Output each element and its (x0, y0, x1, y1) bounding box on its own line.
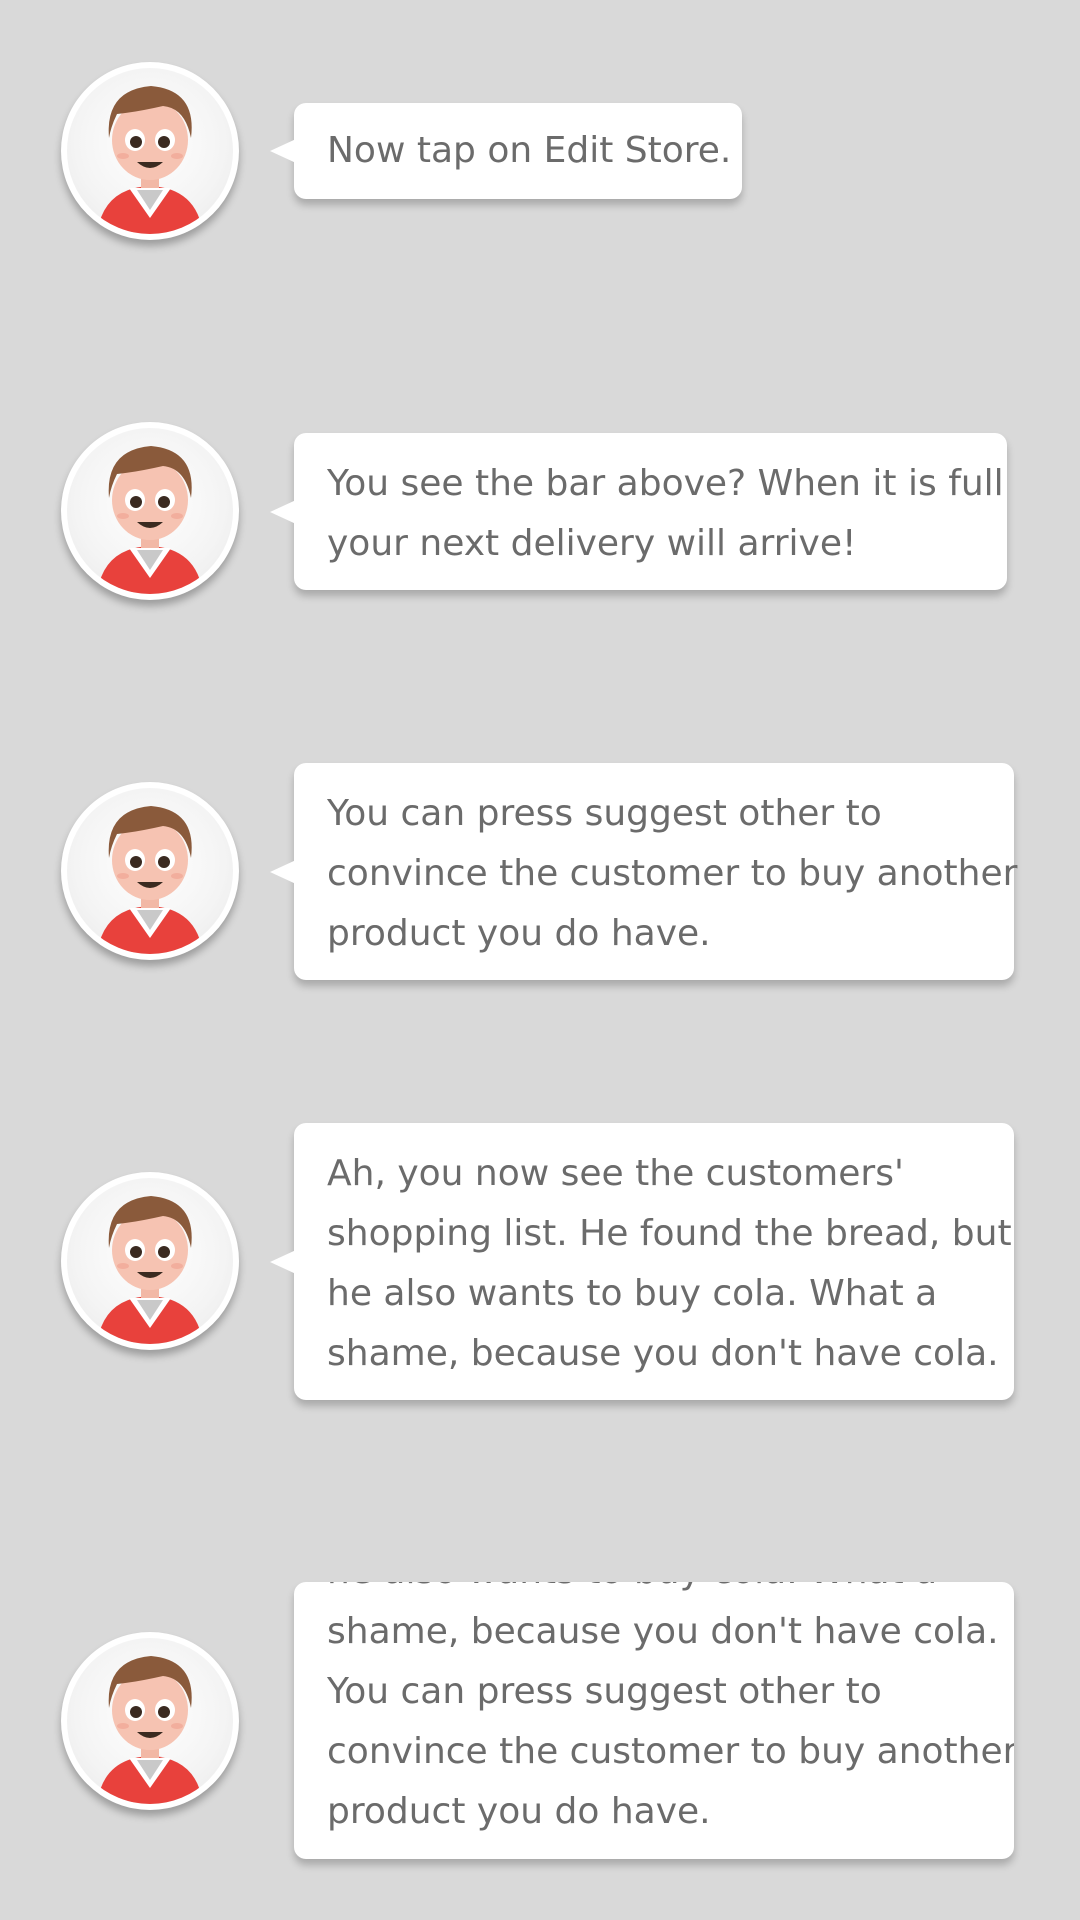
shopkeeper-avatar-icon (61, 782, 239, 960)
scrolling-message-text: he also wants to buy cola. What a shame,… (327, 1582, 1014, 1842)
message-text-line: your next delivery will arrive! (327, 523, 857, 564)
speech-bubble: You see the bar above? When it is full y… (270, 433, 1007, 590)
message-text-line: shame, because you don't have cola. (327, 1333, 999, 1374)
message-text-line: You see the bar above? When it is full (327, 463, 1004, 504)
speech-bubble: You can press suggest other to convince … (270, 763, 1018, 980)
shopkeeper-avatar-icon (61, 1632, 239, 1810)
message-text-line: Now tap on Edit Store. (327, 130, 732, 171)
message-text-line: he also wants to buy cola. What a (327, 1582, 984, 1602)
message-text-line: shame, because you don't have cola. (327, 1611, 999, 1652)
message-text-line: You can press suggest other to (327, 1671, 882, 1712)
message-text-line: convince the customer to buy another (327, 1731, 1014, 1772)
message-text-line: convince the customer to buy another (327, 853, 1018, 894)
speech-bubble: Ah, you now see the customers' shopping … (270, 1123, 1014, 1400)
message-text-line: Ah, you now see the customers' (327, 1153, 904, 1194)
shopkeeper-avatar-icon (61, 62, 239, 240)
message-text-line: You can press suggest other to (327, 793, 882, 834)
speech-bubble[interactable]: he also wants to buy cola. What a shame,… (294, 1582, 1014, 1859)
message-text-line: he also wants to buy cola. What a (327, 1273, 938, 1314)
message-text-line: product you do have. (327, 913, 711, 954)
message-text-line: product you do have. (327, 1791, 711, 1832)
shopkeeper-avatar-icon (61, 1172, 239, 1350)
shopkeeper-avatar-icon (61, 422, 239, 600)
speech-bubble: Now tap on Edit Store. (270, 103, 742, 199)
message-text-line: shopping list. He found the bread, but (327, 1213, 1012, 1254)
